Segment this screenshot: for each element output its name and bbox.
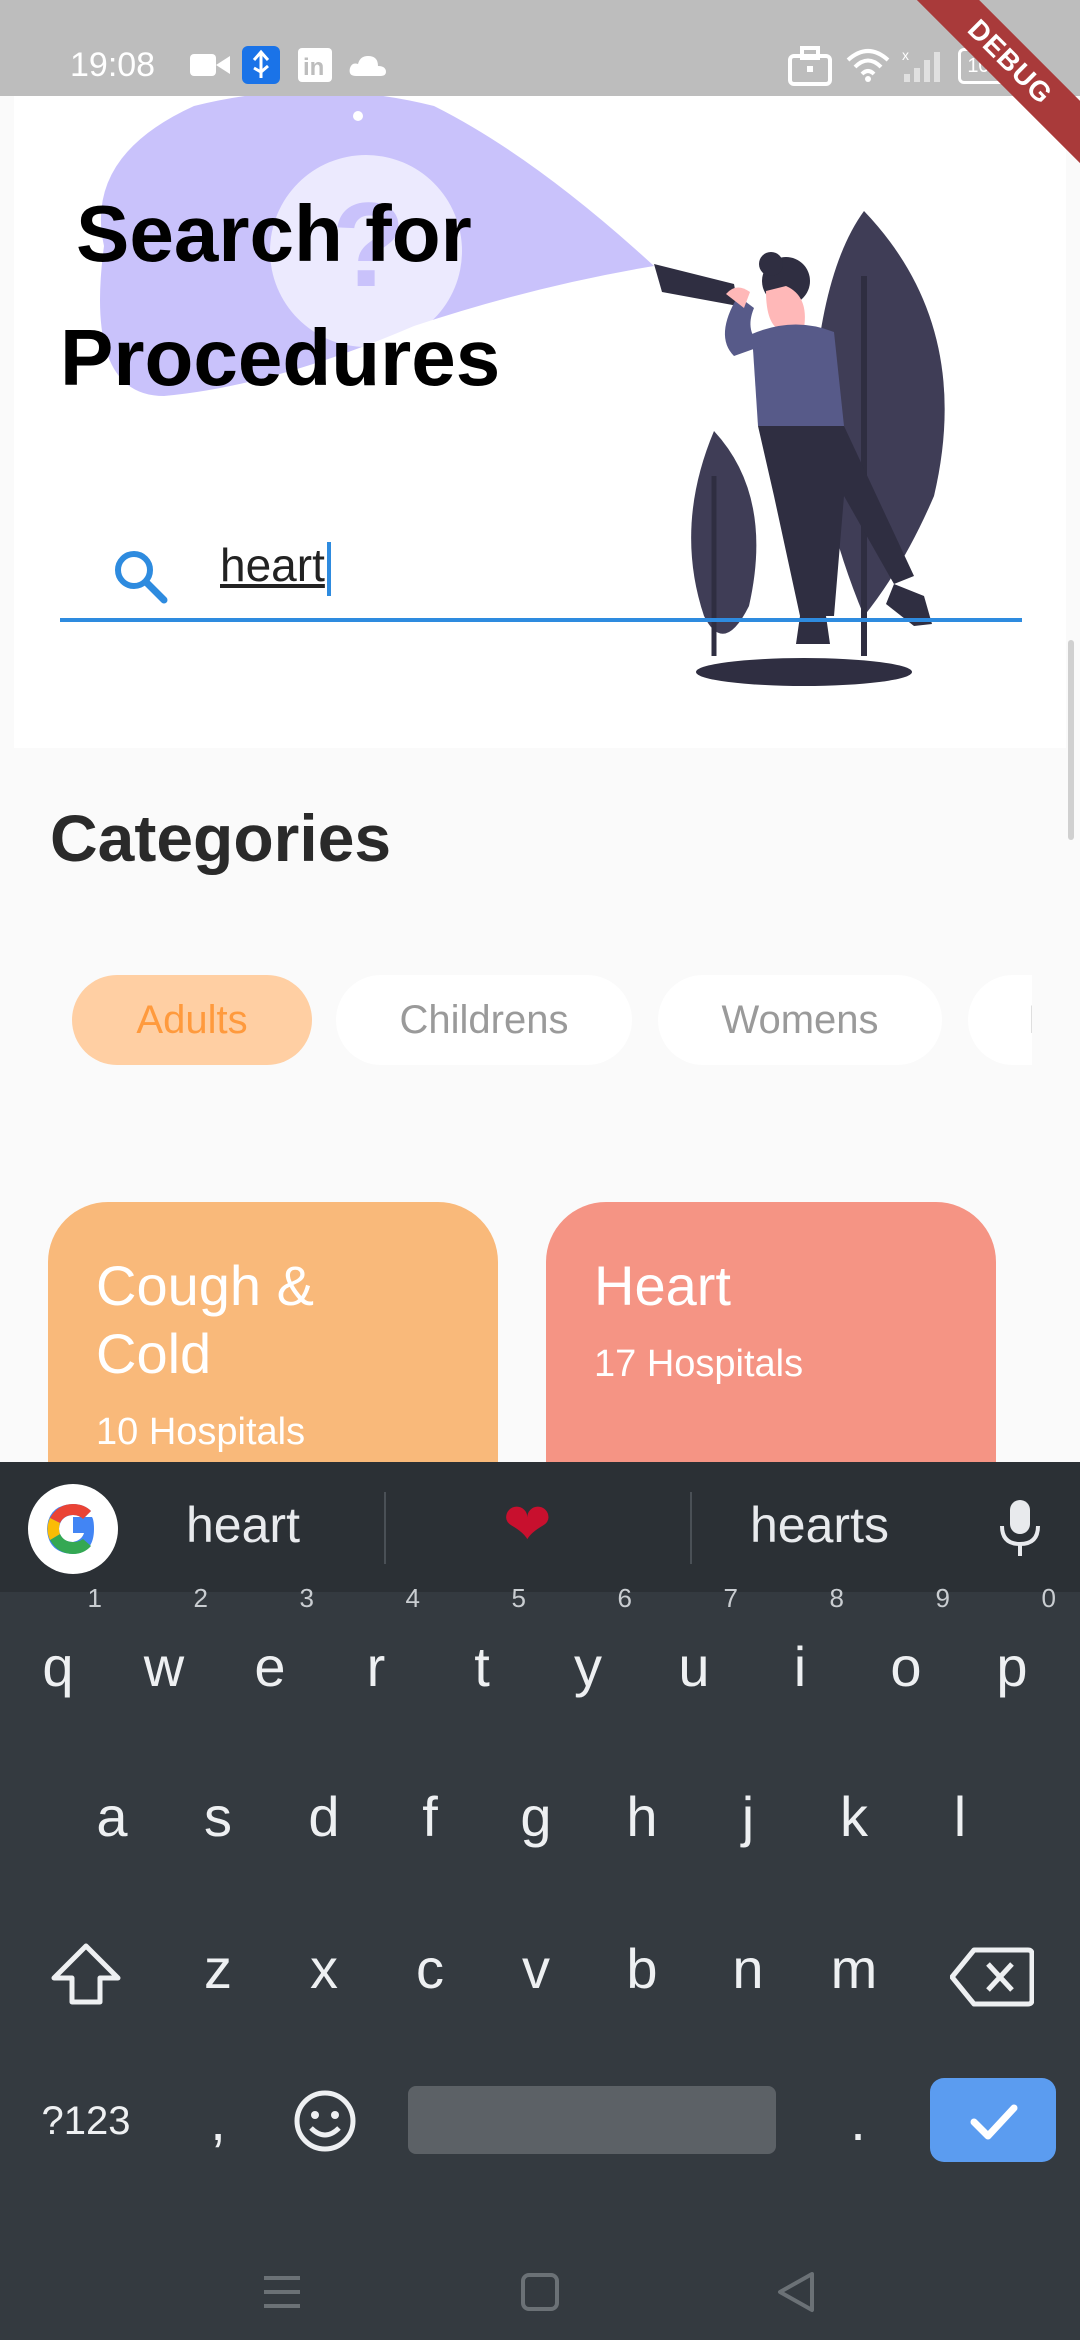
search-field[interactable]: heart	[60, 528, 1022, 622]
key-q[interactable]: q1	[8, 1583, 108, 1722]
soft-keyboard: heart ❤ hearts q1 w2 e3 r4 t5 y6 u7 i8 o…	[0, 1462, 1080, 2340]
category-card-cough-cold[interactable]: Cough & Cold 10 Hospitals	[48, 1202, 498, 1502]
status-time: 19:08	[70, 46, 156, 84]
title-line-2: Procedures	[60, 313, 501, 402]
category-chips: Adults Childrens Womens I	[72, 975, 1032, 1067]
page-title: Search for Procedures	[60, 172, 500, 420]
title-line-1: Search for	[76, 189, 472, 278]
usb-icon	[242, 46, 280, 84]
key-n[interactable]: n	[698, 1914, 798, 2024]
done-key[interactable]	[930, 2078, 1056, 2162]
key-y[interactable]: y6	[538, 1583, 638, 1722]
chip-womens[interactable]: Womens	[658, 975, 942, 1065]
search-input[interactable]: heart	[220, 538, 331, 596]
search-header: ? Search for Procedures heart	[14, 96, 1066, 748]
google-icon[interactable]	[28, 1484, 118, 1574]
card-title: Cough & Cold	[96, 1254, 314, 1385]
checkmark-icon	[970, 2104, 1018, 2140]
key-r[interactable]: r4	[326, 1583, 426, 1722]
video-icon	[190, 54, 230, 76]
chip-adults[interactable]: Adults	[72, 975, 312, 1065]
status-bar: 19:08 in x 100	[0, 0, 1080, 96]
key-h[interactable]: h	[592, 1762, 692, 1872]
key-m[interactable]: m	[804, 1914, 904, 2024]
card-subtitle: 10 Hospitals	[96, 1411, 306, 1453]
key-l[interactable]: l	[910, 1762, 1010, 1872]
emoji-icon[interactable]	[292, 2088, 358, 2154]
key-f[interactable]: f	[380, 1762, 480, 1872]
key-x[interactable]: x	[274, 1914, 374, 2024]
key-b[interactable]: b	[592, 1914, 692, 2024]
key-t[interactable]: t5	[432, 1583, 532, 1722]
chip-childrens[interactable]: Childrens	[336, 975, 632, 1065]
categories-heading: Categories	[50, 801, 392, 875]
back-icon[interactable]	[776, 2270, 816, 2314]
linkedin-icon: in	[298, 48, 332, 82]
cloud-icon	[349, 56, 386, 76]
key-o[interactable]: o9	[856, 1583, 956, 1722]
key-e[interactable]: e3	[220, 1583, 320, 1722]
signal-icon: x	[902, 48, 940, 82]
menu-icon[interactable]	[262, 2274, 302, 2310]
divider	[384, 1492, 386, 1564]
key-k[interactable]: k	[804, 1762, 904, 1872]
divider	[690, 1492, 692, 1564]
suggestion-3[interactable]: hearts	[750, 1496, 889, 1554]
chip-partial[interactable]: I	[968, 975, 1032, 1065]
comma-key[interactable]: ,	[168, 2066, 268, 2176]
briefcase-icon	[788, 46, 832, 86]
backspace-icon[interactable]	[950, 1946, 1034, 2008]
suggestion-1[interactable]: heart	[186, 1496, 300, 1554]
key-d[interactable]: d	[274, 1762, 374, 1872]
suggestion-2[interactable]: ❤	[503, 1490, 552, 1558]
category-card-heart[interactable]: Heart 17 Hospitals	[546, 1202, 996, 1502]
key-i[interactable]: i8	[750, 1583, 850, 1722]
home-icon[interactable]	[520, 2272, 560, 2312]
key-z[interactable]: z	[168, 1914, 268, 2024]
svg-text:in: in	[303, 54, 324, 81]
search-input-value: heart	[220, 539, 325, 591]
key-c[interactable]: c	[380, 1914, 480, 2024]
key-v[interactable]: v	[486, 1914, 586, 2024]
card-title: Heart	[594, 1254, 731, 1317]
text-cursor	[326, 541, 331, 596]
svg-text:x: x	[902, 48, 909, 63]
period-key[interactable]: .	[808, 2066, 908, 2176]
wifi-icon	[846, 49, 890, 82]
shift-icon[interactable]	[46, 1940, 126, 2010]
suggestion-bar: heart ❤ hearts	[0, 1462, 1080, 1592]
key-j[interactable]: j	[698, 1762, 798, 1872]
key-w[interactable]: w2	[114, 1583, 214, 1722]
scrollbar[interactable]	[1068, 640, 1074, 840]
microphone-icon[interactable]	[996, 1498, 1044, 1558]
key-p[interactable]: p0	[962, 1583, 1062, 1722]
navigation-bar	[0, 2240, 1080, 2340]
key-a[interactable]: a	[62, 1762, 162, 1872]
card-subtitle: 17 Hospitals	[594, 1343, 804, 1385]
key-u[interactable]: u7	[644, 1583, 744, 1722]
search-icon	[115, 551, 168, 604]
key-g[interactable]: g	[486, 1762, 586, 1872]
symbols-key[interactable]: ?123	[26, 2066, 146, 2176]
key-s[interactable]: s	[168, 1762, 268, 1872]
space-key[interactable]	[408, 2086, 776, 2154]
